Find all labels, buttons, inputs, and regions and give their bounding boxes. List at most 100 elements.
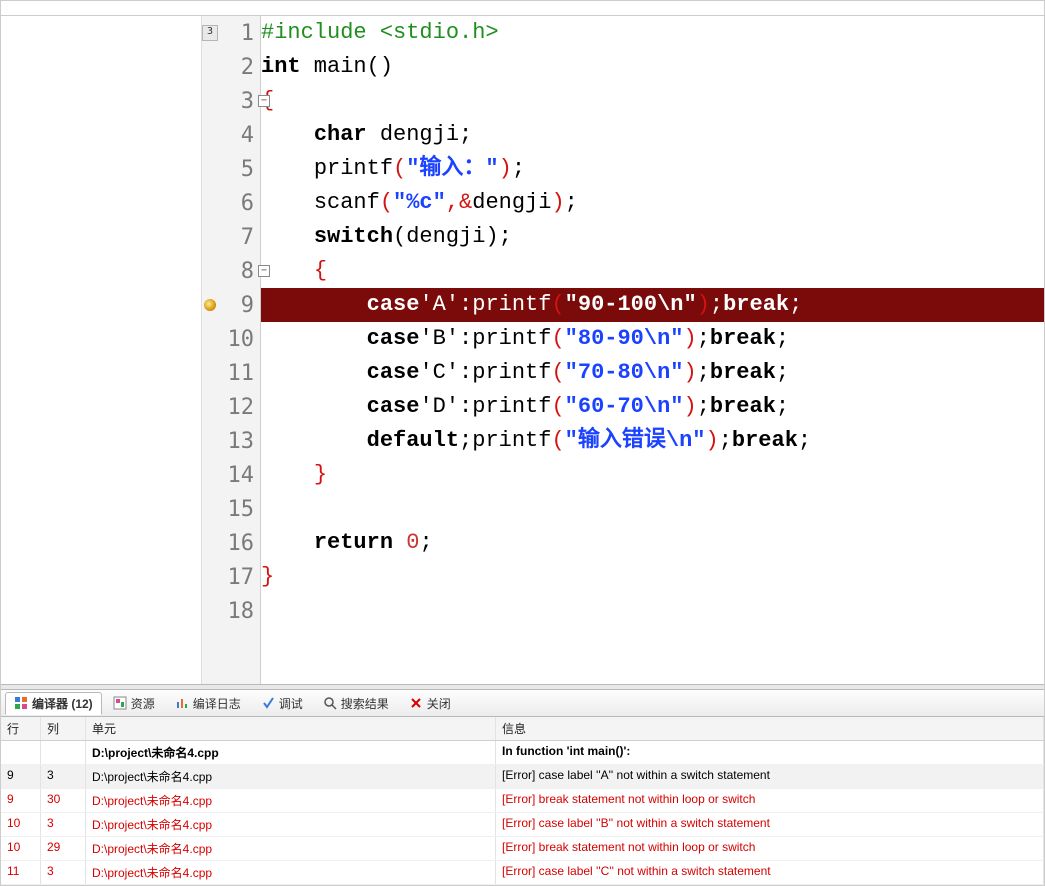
code-line[interactable]: char dengji;: [261, 118, 1044, 152]
code-line[interactable]: }: [261, 458, 1044, 492]
message-row[interactable]: 103D:\project\未命名4.cpp[Error] case label…: [1, 813, 1044, 837]
tab-compiler[interactable]: 编译器 (12): [5, 692, 102, 715]
message-row[interactable]: 930D:\project\未命名4.cpp[Error] break stat…: [1, 789, 1044, 813]
code-line[interactable]: [261, 594, 1044, 628]
tab-compiler-label: 编译器 (12): [32, 695, 93, 712]
compiler-messages: 行 列 单元 信息 D:\project\未命名4.cppIn function…: [1, 717, 1044, 885]
code-line[interactable]: {: [261, 254, 1044, 288]
col-line[interactable]: 行: [1, 717, 41, 740]
ide-window: 1323−45678−9101112131415161718 #include …: [0, 0, 1045, 886]
code-line[interactable]: #include <stdio.h>: [261, 16, 1044, 50]
message-cell-line: 9: [1, 789, 41, 812]
tab-debug-label: 调试: [279, 695, 303, 712]
message-cell-info: [Error] break statement not within loop …: [496, 789, 1044, 812]
col-col[interactable]: 列: [41, 717, 86, 740]
code-line[interactable]: {: [261, 84, 1044, 118]
compiler-icon: [14, 696, 28, 710]
resources-icon: [113, 696, 127, 710]
tab-debug[interactable]: 调试: [252, 692, 312, 715]
close-icon: [409, 696, 423, 710]
line-number: 13: [202, 424, 260, 458]
code-line[interactable]: case'D':printf("60-70\n");break;: [261, 390, 1044, 424]
code-line[interactable]: int main(): [261, 50, 1044, 84]
line-number: 8−: [202, 254, 260, 288]
code-line[interactable]: [261, 492, 1044, 526]
code-text-area[interactable]: #include <stdio.h>int main(){ char dengj…: [261, 16, 1044, 684]
code-line[interactable]: return 0;: [261, 526, 1044, 560]
line-number: 18: [202, 594, 260, 628]
message-cell-info: [Error] case label ''C'' not within a sw…: [496, 861, 1044, 884]
message-cell-info: In function 'int main()':: [496, 741, 1044, 764]
tab-compile-log-label: 编译日志: [193, 695, 241, 712]
code-line[interactable]: case'C':printf("70-80\n");break;: [261, 356, 1044, 390]
line-number: 6: [202, 186, 260, 220]
message-row[interactable]: 1029D:\project\未命名4.cpp[Error] break sta…: [1, 837, 1044, 861]
message-cell-line: 10: [1, 837, 41, 860]
messages-header: 行 列 单元 信息: [1, 717, 1044, 741]
message-cell-unit: D:\project\未命名4.cpp: [86, 861, 496, 884]
code-editor[interactable]: 1323−45678−9101112131415161718 #include …: [202, 16, 1044, 684]
col-info[interactable]: 信息: [496, 717, 1044, 740]
message-cell-line: 9: [1, 765, 41, 788]
code-line[interactable]: case'B':printf("80-90\n");break;: [261, 322, 1044, 356]
tab-close[interactable]: 关闭: [400, 692, 460, 715]
fold-toggle-icon[interactable]: −: [258, 95, 270, 107]
error-marker-icon[interactable]: [204, 299, 216, 311]
code-line[interactable]: default;printf("输入错误\n");break;: [261, 424, 1044, 458]
debug-icon: [261, 696, 275, 710]
line-number: 11: [202, 356, 260, 390]
tab-resources-label: 资源: [131, 695, 155, 712]
output-tabs: 编译器 (12) 资源 编译日志 调试 搜索结果: [1, 690, 1044, 717]
message-cell-col: 3: [41, 765, 86, 788]
line-number: 10: [202, 322, 260, 356]
code-line[interactable]: printf("输入：");: [261, 152, 1044, 186]
tab-close-label: 关闭: [427, 695, 451, 712]
code-line[interactable]: switch(dengji);: [261, 220, 1044, 254]
message-cell-unit: D:\project\未命名4.cpp: [86, 789, 496, 812]
message-cell-col: [41, 741, 86, 764]
compile-log-icon: [175, 696, 189, 710]
message-cell-line: 10: [1, 813, 41, 836]
message-cell-line: [1, 741, 41, 764]
line-number: 13: [202, 16, 260, 50]
message-cell-unit: D:\project\未命名4.cpp: [86, 741, 496, 764]
bookmark-icon[interactable]: 3: [202, 25, 218, 41]
line-number: 15: [202, 492, 260, 526]
message-cell-unit: D:\project\未命名4.cpp: [86, 837, 496, 860]
code-line[interactable]: }: [261, 560, 1044, 594]
line-number: 9: [202, 288, 260, 322]
tab-search-results-label: 搜索结果: [341, 695, 389, 712]
search-icon: [323, 696, 337, 710]
fold-toggle-icon[interactable]: −: [258, 265, 270, 277]
message-row[interactable]: 113D:\project\未命名4.cpp[Error] case label…: [1, 861, 1044, 885]
code-line[interactable]: scanf("%c",&dengji);: [261, 186, 1044, 220]
toolbar-placeholder: [1, 1, 1044, 16]
line-number: 12: [202, 390, 260, 424]
editor-area: 1323−45678−9101112131415161718 #include …: [1, 16, 1044, 684]
tab-search-results[interactable]: 搜索结果: [314, 692, 398, 715]
line-number: 5: [202, 152, 260, 186]
message-cell-col: 30: [41, 789, 86, 812]
line-number: 3−: [202, 84, 260, 118]
col-unit[interactable]: 单元: [86, 717, 496, 740]
message-cell-line: 11: [1, 861, 41, 884]
message-row[interactable]: D:\project\未命名4.cppIn function 'int main…: [1, 741, 1044, 765]
message-cell-col: 3: [41, 813, 86, 836]
tab-resources[interactable]: 资源: [104, 692, 164, 715]
code-line[interactable]: case'A':printf("90-100\n");break;: [261, 288, 1044, 322]
message-cell-info: [Error] case label ''A'' not within a sw…: [496, 765, 1044, 788]
line-number: 4: [202, 118, 260, 152]
message-cell-unit: D:\project\未命名4.cpp: [86, 813, 496, 836]
line-number: 7: [202, 220, 260, 254]
line-number: 14: [202, 458, 260, 492]
line-number: 2: [202, 50, 260, 84]
message-row[interactable]: 93D:\project\未命名4.cpp[Error] case label …: [1, 765, 1044, 789]
message-cell-info: [Error] case label ''B'' not within a sw…: [496, 813, 1044, 836]
line-number: 17: [202, 560, 260, 594]
tab-compile-log[interactable]: 编译日志: [166, 692, 250, 715]
message-cell-info: [Error] break statement not within loop …: [496, 837, 1044, 860]
line-number: 16: [202, 526, 260, 560]
message-cell-col: 29: [41, 837, 86, 860]
message-cell-unit: D:\project\未命名4.cpp: [86, 765, 496, 788]
line-number-gutter: 1323−45678−9101112131415161718: [202, 16, 261, 684]
